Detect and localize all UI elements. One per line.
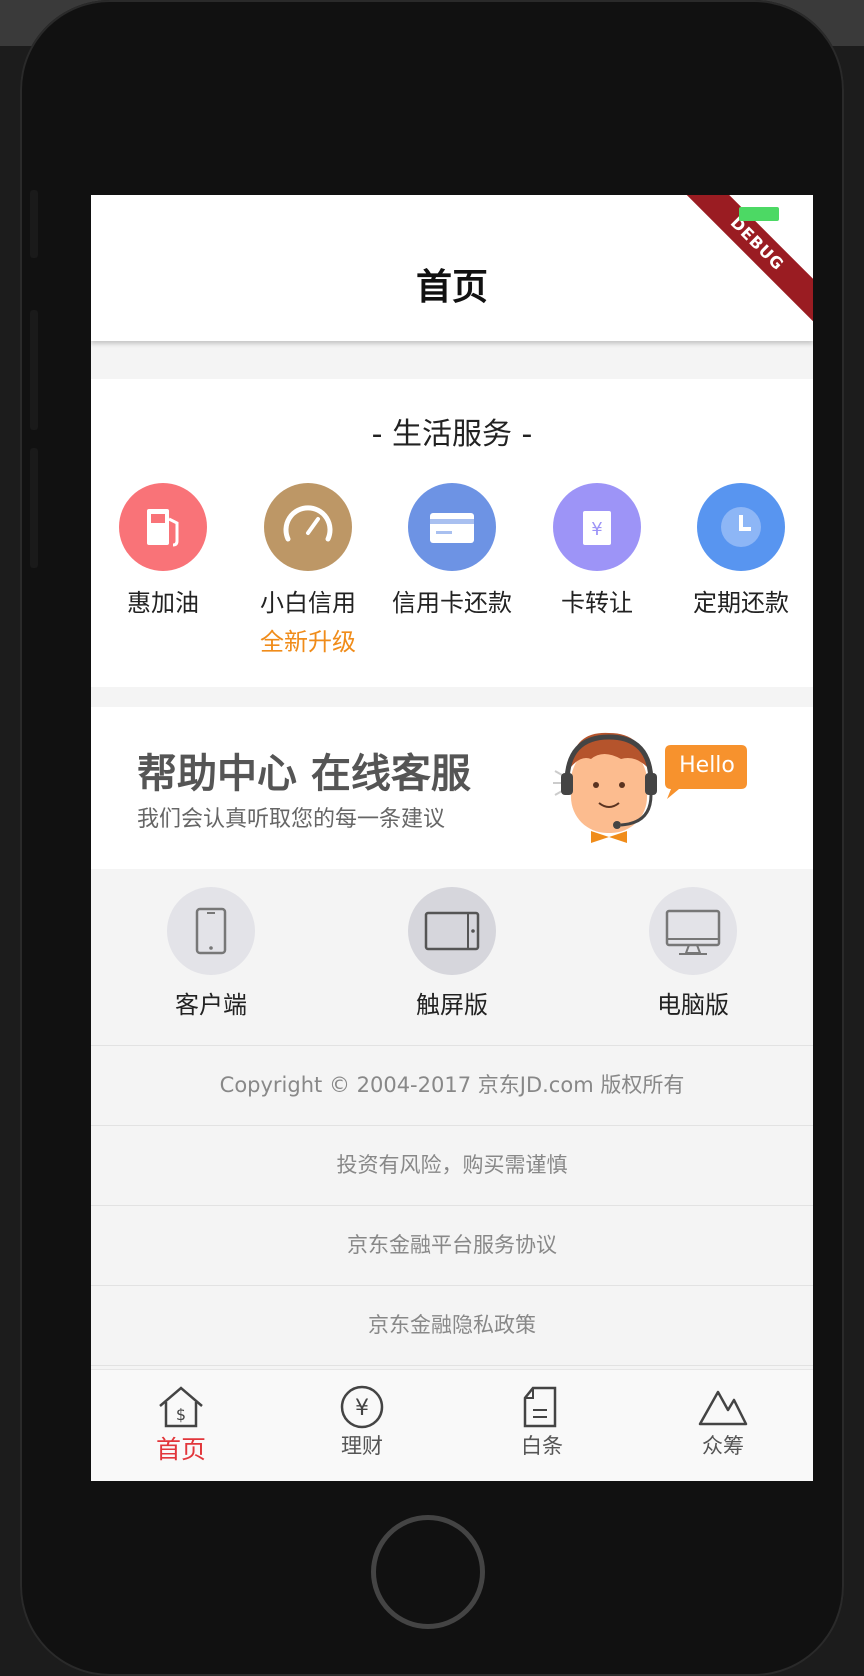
device-label: 客户端 xyxy=(175,991,247,1019)
help-subtitle: 我们会认真听取您的每一条建议 xyxy=(137,807,446,832)
device-label: 电脑版 xyxy=(657,991,729,1019)
app-bar: 首页 DEBUG xyxy=(91,195,813,341)
volume-up-button xyxy=(30,310,38,430)
tab-label: 理财 xyxy=(341,1434,383,1458)
home-button[interactable] xyxy=(371,1515,485,1629)
phone-frame: 首页 DEBUG - 生活服务 - 惠加油 小白信用 全新升级 信用卡还款 ¥ … xyxy=(20,0,844,1676)
tab-baitiao[interactable]: 白条 xyxy=(452,1370,632,1481)
page-title: 首页 xyxy=(415,267,488,308)
mute-switch xyxy=(30,190,38,258)
tab-label: 白条 xyxy=(521,1434,563,1458)
tab-home[interactable]: $ 首页 xyxy=(91,1370,271,1481)
touch-version-link[interactable]: 触屏版 xyxy=(362,887,542,1020)
svg-text:¥: ¥ xyxy=(591,519,602,540)
tab-crowdfunding[interactable]: 众筹 xyxy=(633,1370,813,1481)
service-card-transfer[interactable]: ¥ 卡转让 xyxy=(525,483,669,618)
app-screen: 首页 DEBUG - 生活服务 - 惠加油 小白信用 全新升级 信用卡还款 ¥ … xyxy=(91,195,813,1481)
service-label: 信用卡还款 xyxy=(392,589,512,617)
battery-indicator xyxy=(739,207,779,221)
desktop-version-link[interactable]: 电脑版 xyxy=(603,887,783,1020)
svg-text:¥: ¥ xyxy=(355,1396,369,1421)
service-label: 惠加油 xyxy=(127,589,199,617)
hello-bubble-text: Hello xyxy=(679,753,735,778)
service-label: 小白信用 xyxy=(260,589,356,617)
tab-wealth[interactable]: ¥ 理财 xyxy=(272,1370,452,1481)
clock-icon xyxy=(697,483,785,571)
privacy-policy-link[interactable]: 京东金融隐私政策 xyxy=(91,1286,813,1366)
service-credit[interactable]: 小白信用 全新升级 xyxy=(236,483,380,657)
device-versions: 客户端 触屏版 电脑版 xyxy=(91,869,813,1046)
monitor-icon xyxy=(649,887,737,975)
credit-card-icon xyxy=(408,483,496,571)
section-title: - 生活服务 - xyxy=(371,417,533,452)
card-transfer-icon: ¥ xyxy=(553,483,641,571)
yen-coin-icon: ¥ xyxy=(340,1385,384,1429)
customer-service-agent-icon xyxy=(553,732,747,843)
home-icon: $ xyxy=(159,1386,203,1428)
tablet-icon xyxy=(408,887,496,975)
svg-text:$: $ xyxy=(176,1405,186,1424)
device-label: 触屏版 xyxy=(416,991,488,1019)
phone-icon xyxy=(167,887,255,975)
service-card-repay[interactable]: 信用卡还款 xyxy=(380,483,524,618)
service-agreement-link[interactable]: 京东金融平台服务协议 xyxy=(91,1206,813,1286)
gas-station-icon xyxy=(119,483,207,571)
service-label: 卡转让 xyxy=(561,589,633,617)
client-app-link[interactable]: 客户端 xyxy=(121,887,301,1020)
document-icon xyxy=(523,1386,557,1428)
copyright-text: Copyright © 2004-2017 京东JD.com 版权所有 xyxy=(91,1046,813,1126)
bottom-tab-bar: $ 首页 ¥ 理财 白条 众筹 xyxy=(91,1369,813,1481)
risk-notice: 投资有风险，购买需谨慎 xyxy=(91,1126,813,1206)
service-scheduled-repay[interactable]: 定期还款 xyxy=(669,483,813,618)
life-services-section: - 生活服务 - 惠加油 小白信用 全新升级 信用卡还款 ¥ 卡转让 定期还款 xyxy=(91,379,813,687)
mountain-icon xyxy=(698,1390,748,1426)
service-label: 定期还款 xyxy=(693,589,789,617)
gauge-icon xyxy=(264,483,352,571)
volume-down-button xyxy=(30,448,38,568)
service-badge: 全新升级 xyxy=(260,628,356,656)
help-title: 帮助中心 在线客服 xyxy=(137,751,471,797)
help-center-banner[interactable]: 帮助中心 在线客服 我们会认真听取您的每一条建议 Hello xyxy=(91,707,813,869)
tab-label: 众筹 xyxy=(702,1434,744,1458)
tab-label: 首页 xyxy=(155,1435,206,1464)
service-gas[interactable]: 惠加油 xyxy=(91,483,235,618)
